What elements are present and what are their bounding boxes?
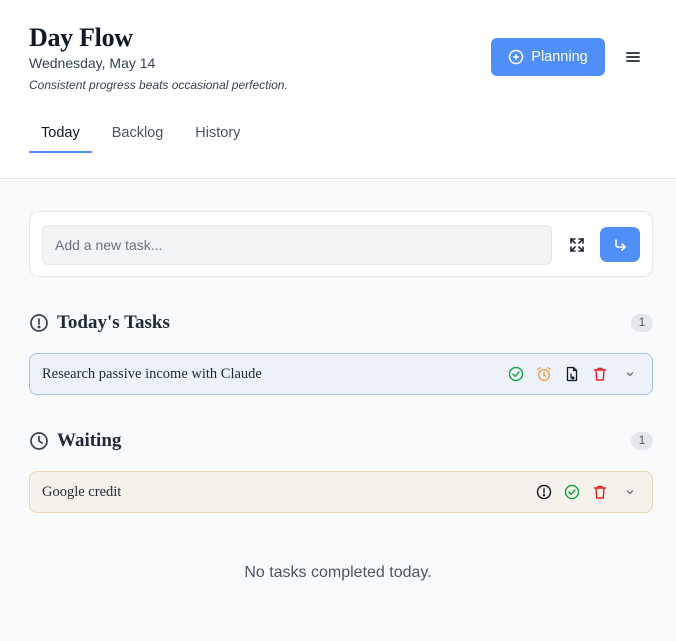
chevron-down-icon[interactable] <box>622 484 638 500</box>
clock-icon <box>29 431 49 451</box>
planning-button-label: Planning <box>531 49 588 65</box>
hamburger-icon <box>626 51 640 63</box>
check-circle-icon[interactable] <box>564 484 580 500</box>
today-tasks-header: Today's Tasks 1 <box>29 309 653 337</box>
tab-today[interactable]: Today <box>29 118 92 153</box>
trash-icon[interactable] <box>592 366 608 382</box>
motivational-quote: Consistent progress beats occasional per… <box>29 78 288 92</box>
task-title: Google credit <box>42 483 122 500</box>
expand-icon <box>570 238 584 252</box>
completed-empty-message: No tasks completed today. <box>244 564 432 581</box>
waiting-header: Waiting 1 <box>29 427 653 455</box>
app-header: Day Flow Wednesday, May 14 Consistent pr… <box>0 0 676 179</box>
alert-circle-icon <box>29 313 49 333</box>
planning-button[interactable]: Planning <box>491 38 605 76</box>
count-badge: 1 <box>631 314 653 332</box>
app-title: Day Flow <box>29 23 133 52</box>
enter-arrow-icon <box>613 238 627 252</box>
new-task-input[interactable] <box>42 225 552 265</box>
add-task-card <box>29 211 653 277</box>
submit-task-button[interactable] <box>600 227 640 262</box>
task-row[interactable]: Research passive income with Claude <box>29 353 653 395</box>
current-date: Wednesday, May 14 <box>29 55 156 71</box>
view-tabs: Today Backlog History <box>29 118 260 153</box>
task-row[interactable]: Google credit <box>29 471 653 513</box>
expand-input-button[interactable] <box>566 234 588 256</box>
plus-circle-icon <box>508 49 524 65</box>
alert-circle-icon[interactable] <box>536 484 552 500</box>
hamburger-menu-button[interactable] <box>620 45 646 69</box>
task-title: Research passive income with Claude <box>42 365 262 382</box>
section-title: Today's Tasks <box>57 312 170 333</box>
tab-history[interactable]: History <box>183 118 252 153</box>
tab-backlog[interactable]: Backlog <box>100 118 176 153</box>
section-title: Waiting <box>57 430 122 451</box>
trash-icon[interactable] <box>592 484 608 500</box>
chevron-down-icon[interactable] <box>622 366 638 382</box>
alarm-clock-icon[interactable] <box>536 366 552 382</box>
count-badge: 1 <box>631 432 653 450</box>
check-circle-icon[interactable] <box>508 366 524 382</box>
file-move-icon[interactable] <box>564 366 580 382</box>
